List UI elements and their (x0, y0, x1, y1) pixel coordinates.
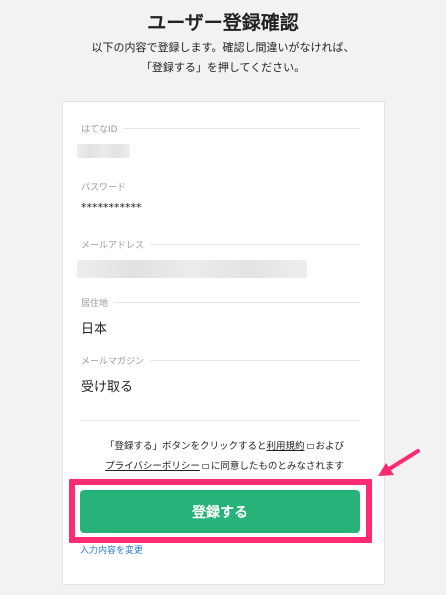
edit-input-link[interactable]: 入力内容を変更 (80, 543, 143, 556)
magazine-value: 受け取る (81, 380, 134, 395)
terms-line-1: 「登録する」ボタンをクリックすると利用規約 および (63, 438, 386, 452)
terms-line-2: プライバシーポリシー に同意したものとみなされます (63, 458, 386, 472)
field-divider-line (150, 243, 360, 245)
email-label: メールアドレス (81, 240, 145, 251)
residence-value: 日本 (81, 322, 108, 337)
email-value-blurred (77, 260, 307, 278)
external-link-icon (306, 444, 314, 449)
hatena-id-value-blurred (77, 144, 130, 158)
description-line-1: 以下の内容で登録します。確認し間違いがなければ、 (91, 41, 355, 54)
field-divider-line (123, 127, 360, 129)
field-password: パスワード (81, 180, 360, 193)
field-residence: 居住地 (81, 296, 360, 309)
register-button[interactable]: 登録する (80, 490, 360, 533)
terms-of-use-link[interactable]: 利用規約 (266, 441, 304, 452)
terms-and: および (315, 441, 345, 452)
password-value: *********** (81, 201, 142, 214)
password-label: パスワード (81, 182, 127, 193)
section-divider (81, 420, 360, 421)
external-link-icon (201, 464, 209, 469)
residence-label: 居住地 (81, 298, 109, 309)
hatena-id-label: はてなID (81, 124, 118, 135)
field-magazine: メールマガジン (81, 354, 360, 367)
terms-suffix: に同意したものとみなされます (210, 461, 344, 472)
terms-prefix: 「登録する」ボタンをクリックすると (104, 441, 267, 452)
description-line-2: 「登録する」を押してください。 (140, 61, 306, 74)
privacy-policy-link[interactable]: プライバシーポリシー (105, 461, 200, 472)
page-description: 以下の内容で登録します。確認し間違いがなければ、 「登録する」を押してください。 (0, 38, 446, 78)
magazine-label: メールマガジン (81, 356, 145, 367)
field-hatena-id: はてなID (81, 122, 360, 135)
field-email: メールアドレス (81, 238, 360, 251)
field-divider-line (150, 359, 360, 361)
pointer-arrow-icon (378, 449, 420, 476)
page-title: ユーザー登録確認 (147, 12, 299, 34)
field-divider-line (114, 301, 360, 303)
